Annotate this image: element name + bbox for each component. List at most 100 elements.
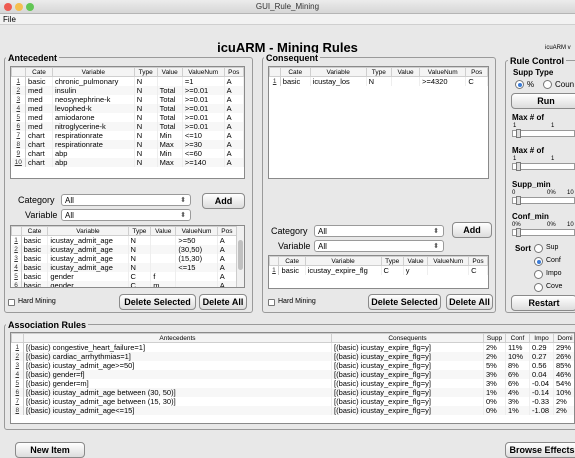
max-consequent-slider-thumb[interactable] (516, 162, 521, 171)
consequent-add-button[interactable]: Add (452, 222, 492, 238)
table-cell[interactable]: <=15 (176, 263, 217, 272)
consequent-variable-list[interactable]: CateVariableTypeValueValueNumPos 1basici… (268, 255, 489, 289)
column-header[interactable]: Pos (469, 257, 488, 266)
table-cell[interactable]: chart (26, 158, 53, 167)
sort-importance-radio[interactable] (534, 270, 543, 279)
table-cell[interactable]: [(basic) icustay_admit_age>=50] (24, 361, 332, 370)
run-button[interactable]: Run (511, 93, 575, 109)
column-header[interactable]: ValueNum (420, 68, 466, 77)
table-cell[interactable]: A (224, 131, 243, 140)
table-row[interactable]: 3basicicustay_admit_ageN(15,30)A (12, 254, 237, 263)
table-cell[interactable]: med (26, 113, 53, 122)
table-row[interactable]: 5[(basic) gender=m][(basic) icustay_expi… (12, 379, 575, 388)
table-cell[interactable]: N (134, 95, 157, 104)
column-header[interactable]: Type (134, 68, 157, 77)
column-header[interactable]: Pos (466, 68, 488, 77)
table-cell[interactable]: [(basic) icustay_expire_flg=y] (332, 352, 484, 361)
supp-min-slider-thumb[interactable] (516, 196, 521, 205)
table-cell[interactable]: Total (157, 95, 182, 104)
column-header[interactable]: Pos (217, 227, 236, 236)
table-cell[interactable] (151, 245, 176, 254)
table-cell[interactable]: [(basic) cardiac_arrhythmias=1] (24, 352, 332, 361)
table-cell[interactable]: N (128, 254, 151, 263)
column-header[interactable]: Cate (26, 68, 53, 77)
column-header[interactable]: Cate (279, 257, 305, 266)
table-row[interactable]: 4[(basic) gender=f][(basic) icustay_expi… (12, 370, 575, 379)
table-cell[interactable]: N (134, 140, 157, 149)
table-cell[interactable]: <=10 (182, 131, 224, 140)
column-header[interactable]: Conf (506, 334, 530, 343)
table-row[interactable]: 7chartrespirationrateNMin<=10A (12, 131, 244, 140)
antecedent-table[interactable]: CateVariableTypeValueValueNumPos 1basicc… (10, 66, 245, 179)
table-cell[interactable]: m (151, 281, 176, 288)
table-cell[interactable]: 4% (506, 388, 530, 397)
column-header[interactable]: Variable (305, 257, 381, 266)
table-cell[interactable]: A (224, 77, 243, 87)
table-cell[interactable]: y (403, 266, 428, 276)
column-header[interactable]: Variable (48, 227, 128, 236)
table-cell[interactable]: Min (157, 131, 182, 140)
consequent-delete-selected-button[interactable]: Delete Selected (368, 294, 441, 310)
table-cell[interactable]: [(basic) icustay_expire_flg=y] (332, 343, 484, 353)
table-cell[interactable]: 6% (506, 370, 530, 379)
table-cell[interactable]: chart (26, 149, 53, 158)
antecedent-add-button[interactable]: Add (202, 193, 245, 209)
table-row[interactable]: 5basicgenderCfA (12, 272, 237, 281)
table-cell[interactable]: 85% (554, 361, 575, 370)
table-cell[interactable]: C (381, 266, 403, 276)
table-cell[interactable]: Min (157, 149, 182, 158)
sort-coverage-radio[interactable] (534, 283, 543, 292)
table-cell[interactable]: 10% (554, 388, 575, 397)
table-cell[interactable]: f (151, 272, 176, 281)
table-cell[interactable]: respirationrate (52, 140, 134, 149)
table-cell[interactable]: basic (280, 77, 310, 87)
max-antecedent-slider[interactable] (512, 130, 575, 137)
sort-confidence-radio[interactable] (534, 257, 543, 266)
table-cell[interactable]: basic (21, 254, 48, 263)
table-cell[interactable]: basic (26, 77, 53, 87)
consequent-hard-mining-checkbox[interactable] (268, 299, 275, 306)
column-header[interactable]: Value (391, 68, 419, 77)
table-cell[interactable]: A (224, 104, 243, 113)
table-cell[interactable]: 10% (506, 352, 530, 361)
table-cell[interactable]: 2% (554, 397, 575, 406)
table-row[interactable]: 1[(basic) congestive_heart_failure=1][(b… (12, 343, 575, 353)
consequent-category-select[interactable]: All⬍ (314, 225, 444, 237)
table-cell[interactable]: med (26, 95, 53, 104)
table-cell[interactable] (157, 77, 182, 87)
supp-type-percent-radio[interactable] (515, 80, 524, 89)
table-cell[interactable]: 0% (484, 397, 506, 406)
table-cell[interactable]: Total (157, 122, 182, 131)
table-cell[interactable]: [(basic) gender=m] (24, 379, 332, 388)
table-row[interactable]: 2basicicustay_admit_ageN(30,50)A (12, 245, 237, 254)
column-header[interactable]: ValueNum (182, 68, 224, 77)
table-cell[interactable]: A (217, 263, 236, 272)
table-row[interactable]: 8[(basic) icustay_admit_age<=15][(basic)… (12, 406, 575, 415)
antecedent-variable-list[interactable]: CateVariableTypeValueValueNumPos 1basici… (10, 225, 245, 288)
table-cell[interactable]: >=0.01 (182, 95, 224, 104)
table-cell[interactable]: 46% (554, 370, 575, 379)
max-antecedent-slider-thumb[interactable] (516, 129, 521, 138)
table-cell[interactable]: N (128, 236, 151, 246)
antecedent-delete-selected-button[interactable]: Delete Selected (119, 294, 196, 310)
table-row[interactable]: 8chartrespirationrateNMax>=30A (12, 140, 244, 149)
antecedent-variable-select[interactable]: All⬍ (61, 209, 191, 221)
table-cell[interactable]: icustay_los (310, 77, 366, 87)
column-header[interactable]: Type (366, 68, 391, 77)
table-cell[interactable]: levophed-k (52, 104, 134, 113)
antecedent-list-scroll-thumb[interactable] (238, 240, 243, 270)
table-cell[interactable]: A (224, 95, 243, 104)
table-cell[interactable]: >=4320 (420, 77, 466, 87)
table-cell[interactable]: A (224, 113, 243, 122)
table-cell[interactable]: icustay_admit_age (48, 236, 128, 246)
column-header[interactable]: ValueNum (428, 257, 469, 266)
table-cell[interactable]: >=50 (176, 236, 217, 246)
table-cell[interactable]: basic (21, 272, 48, 281)
close-window-button[interactable] (4, 3, 12, 11)
column-header[interactable]: Consequents (332, 334, 484, 343)
table-cell[interactable]: med (26, 122, 53, 131)
table-row[interactable]: 4medlevophed-kNTotal>=0.01A (12, 104, 244, 113)
column-header[interactable]: Impo (530, 334, 554, 343)
table-cell[interactable]: >=30 (182, 140, 224, 149)
table-cell[interactable]: 5% (484, 361, 506, 370)
